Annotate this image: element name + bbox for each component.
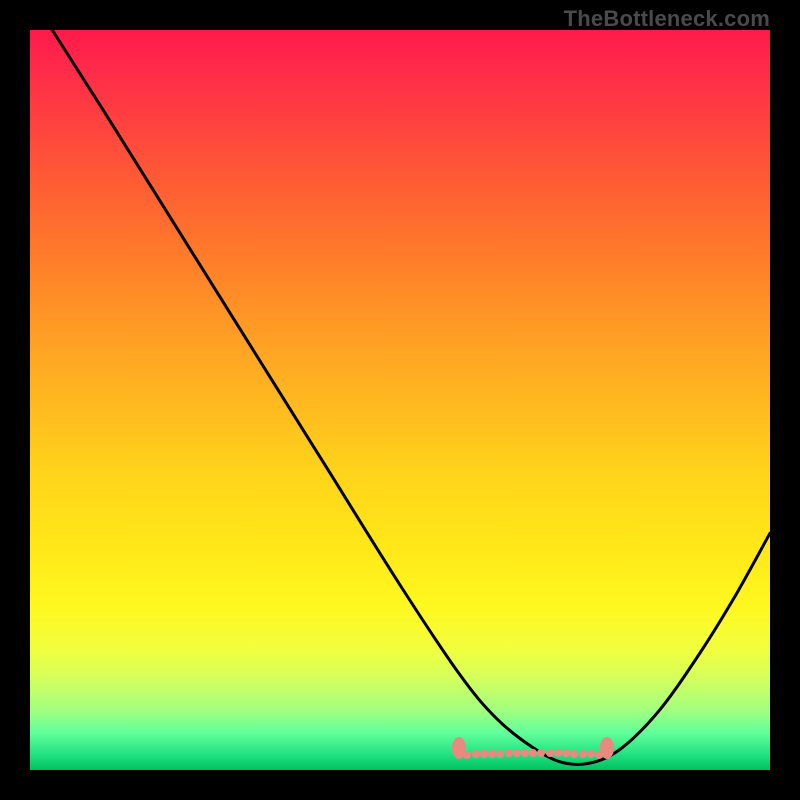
watermark-text: TheBottleneck.com [564, 6, 770, 32]
highlight-dot [595, 751, 603, 759]
highlight-dot [488, 750, 496, 758]
curve-svg [30, 30, 770, 770]
highlight-dot [546, 749, 554, 757]
highlight-dot [570, 750, 578, 758]
bottleneck-curve [52, 30, 770, 764]
plot-area [30, 30, 770, 770]
highlight-dot [521, 749, 529, 757]
highlight-dot [579, 750, 587, 758]
chart-container: TheBottleneck.com [0, 0, 800, 800]
highlight-dot [513, 749, 521, 757]
highlight-dot [496, 750, 504, 758]
highlight-dot [480, 750, 488, 758]
highlight-dot [505, 749, 513, 757]
highlight-dot [554, 749, 562, 757]
highlight-dot [587, 750, 595, 758]
